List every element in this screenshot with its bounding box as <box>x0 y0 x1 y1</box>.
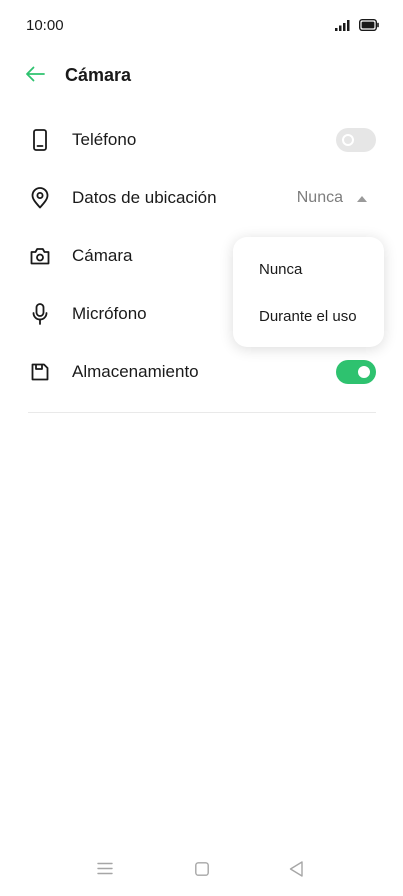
signal-icon <box>335 18 351 36</box>
home-square-icon <box>195 861 209 881</box>
status-bar: 10:00 <box>0 0 403 52</box>
microphone-icon <box>28 302 52 326</box>
back-triangle-icon <box>289 860 303 882</box>
dropdown-option-while-using[interactable]: Durante el uso <box>259 308 357 325</box>
toggle-knob <box>358 366 370 378</box>
arrow-left-icon <box>25 66 45 87</box>
caret-up-icon <box>357 189 367 207</box>
location-select-value: Nunca <box>296 189 343 206</box>
divider <box>28 412 376 413</box>
location-pin-icon <box>28 186 52 210</box>
status-time: 10:00 <box>26 17 64 34</box>
menu-nav-button[interactable] <box>92 858 118 884</box>
home-nav-button[interactable] <box>189 858 215 884</box>
permission-label: Micrófono <box>72 304 147 323</box>
status-icons <box>335 18 379 36</box>
battery-icon <box>358 18 379 36</box>
storage-icon <box>28 360 52 384</box>
permission-label: Datos de ubicación <box>72 188 217 207</box>
location-dropdown-menu: Nunca Durante el uso <box>233 237 384 347</box>
permission-label: Cámara <box>72 246 133 265</box>
navigation-bar <box>0 846 403 896</box>
phone-icon <box>28 128 52 152</box>
menu-icon <box>97 862 113 880</box>
app-screen: 10:00 Cámara Teléfono Datos de ubicación… <box>0 0 403 896</box>
permission-label: Almacenamiento <box>72 362 199 381</box>
toggle-knob <box>342 134 354 146</box>
back-button[interactable] <box>20 62 50 90</box>
phone-toggle[interactable] <box>336 128 376 152</box>
back-nav-button[interactable] <box>283 858 309 884</box>
storage-toggle[interactable] <box>336 360 376 384</box>
camera-icon <box>28 244 52 268</box>
header: Cámara <box>0 52 403 100</box>
permission-row-phone[interactable]: Teléfono <box>0 111 403 169</box>
permission-row-location[interactable]: Datos de ubicación Nunca <box>0 169 403 227</box>
permission-row-storage[interactable]: Almacenamiento <box>0 343 403 401</box>
dropdown-option-never[interactable]: Nunca <box>259 261 302 278</box>
location-select[interactable]: Nunca <box>297 189 367 207</box>
permission-label: Teléfono <box>72 130 137 149</box>
page-title: Cámara <box>65 65 132 85</box>
